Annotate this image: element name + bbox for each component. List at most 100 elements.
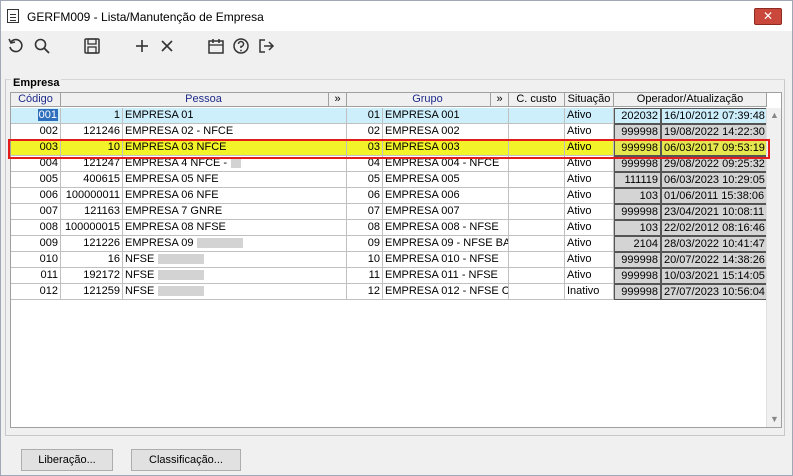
cell-codigo[interactable]: 002 [11, 124, 61, 140]
add-icon[interactable] [131, 36, 153, 56]
cell-grupo-nome[interactable]: EMPRESA 007 [383, 204, 509, 220]
cell-atualizacao[interactable]: 23/04/2021 10:08:11 [661, 204, 767, 220]
cell-pessoa-nome[interactable]: EMPRESA 05 NFE [123, 172, 347, 188]
cell-situacao[interactable]: Ativo [565, 204, 614, 220]
cell-ccusto[interactable] [509, 108, 565, 124]
cell-atualizacao[interactable]: 10/03/2021 15:14:05 [661, 268, 767, 284]
cell-grupo-nome[interactable]: EMPRESA 004 - NFCE [383, 156, 509, 172]
table-row[interactable]: 005 400615 EMPRESA 05 NFE 05 EMPRESA 005 Ativ… [11, 172, 767, 188]
cell-codigo[interactable]: 009 [11, 236, 61, 252]
cell-pessoa-id[interactable]: 1 [61, 108, 123, 124]
cell-situacao[interactable]: Ativo [565, 268, 614, 284]
col-header-grupo[interactable]: Grupo » [347, 93, 509, 107]
cell-codigo[interactable]: 005 [11, 172, 61, 188]
cell-atualizacao[interactable]: 27/07/2023 10:56:04 [661, 284, 767, 300]
cell-operador[interactable]: 202032 [614, 108, 661, 124]
col-header-pessoa[interactable]: Pessoa » [61, 93, 347, 107]
cell-operador[interactable]: 999998 [614, 156, 661, 172]
cell-situacao[interactable]: Ativo [565, 188, 614, 204]
cell-grupo-nome[interactable]: EMPRESA 006 [383, 188, 509, 204]
cell-pessoa-nome[interactable]: NFSE [123, 252, 347, 268]
cell-codigo[interactable]: 003 [11, 140, 61, 156]
cell-grupo-nome[interactable]: EMPRESA 002 [383, 124, 509, 140]
table-row[interactable]: 011 192172 NFSE 11 EMPRESA 011 - NFSE Ativo 99… [11, 268, 767, 284]
cell-grupo-id[interactable]: 07 [347, 204, 383, 220]
cell-codigo[interactable]: 008 [11, 220, 61, 236]
cell-pessoa-nome[interactable]: EMPRESA 03 NFCE [123, 140, 347, 156]
cell-pessoa-id[interactable]: 121163 [61, 204, 123, 220]
cell-situacao[interactable]: Ativo [565, 140, 614, 156]
cell-pessoa-nome[interactable]: NFSE [123, 284, 347, 300]
cell-grupo-id[interactable]: 09 [347, 236, 383, 252]
save-icon[interactable] [81, 36, 103, 56]
cell-codigo[interactable]: 011 [11, 268, 61, 284]
cell-pessoa-nome[interactable]: EMPRESA 02 - NFCE [123, 124, 347, 140]
table-row[interactable]: 010 16 NFSE 10 EMPRESA 010 - NFSE Ativo 999998… [11, 252, 767, 268]
classificacao-button[interactable]: Classificação... [131, 449, 241, 471]
cell-situacao[interactable]: Inativo [565, 284, 614, 300]
cell-pessoa-nome[interactable]: NFSE [123, 268, 347, 284]
cell-pessoa-id[interactable]: 10 [61, 140, 123, 156]
cell-grupo-id[interactable]: 02 [347, 124, 383, 140]
cell-grupo-id[interactable]: 05 [347, 172, 383, 188]
cell-operador[interactable]: 103 [614, 188, 661, 204]
cell-pessoa-id[interactable]: 400615 [61, 172, 123, 188]
cell-grupo-id[interactable]: 12 [347, 284, 383, 300]
scroll-up-icon[interactable]: ▲ [767, 108, 782, 123]
cell-ccusto[interactable] [509, 124, 565, 140]
cell-atualizacao[interactable]: 16/10/2012 07:39:48 [661, 108, 767, 124]
col-header-codigo[interactable]: Código [11, 93, 61, 107]
cell-operador[interactable]: 999998 [614, 124, 661, 140]
cell-pessoa-id[interactable]: 100000011 [61, 188, 123, 204]
cell-operador[interactable]: 103 [614, 220, 661, 236]
scroll-down-icon[interactable]: ▼ [767, 412, 782, 427]
table-row[interactable]: 004 121247 EMPRESA 4 NFCE - 04 EMPRESA 004 -… [11, 156, 767, 172]
cell-ccusto[interactable] [509, 268, 565, 284]
cell-pessoa-id[interactable]: 121246 [61, 124, 123, 140]
cell-ccusto[interactable] [509, 140, 565, 156]
close-button[interactable]: ✕ [754, 8, 782, 25]
vertical-scrollbar[interactable]: ▲ ▼ [766, 108, 781, 427]
table-row[interactable]: 003 10 EMPRESA 03 NFCE 03 EMPRESA 003 Ativo 99… [11, 140, 767, 156]
cell-pessoa-id[interactable]: 121247 [61, 156, 123, 172]
cell-atualizacao[interactable]: 01/06/2011 15:38:06 [661, 188, 767, 204]
cell-codigo[interactable]: 006 [11, 188, 61, 204]
table-row[interactable]: 008 100000015 EMPRESA 08 NFSE 08 EMPRESA 008… [11, 220, 767, 236]
cell-grupo-id[interactable]: 01 [347, 108, 383, 124]
cell-ccusto[interactable] [509, 284, 565, 300]
cell-grupo-nome[interactable]: EMPRESA 005 [383, 172, 509, 188]
cell-pessoa-nome[interactable]: EMPRESA 08 NFSE [123, 220, 347, 236]
cell-operador[interactable]: 999998 [614, 268, 661, 284]
table-row[interactable]: 007 121163 EMPRESA 7 GNRE 07 EMPRESA 007 Ativ… [11, 204, 767, 220]
cell-pessoa-id[interactable]: 121259 [61, 284, 123, 300]
cell-pessoa-id[interactable]: 16 [61, 252, 123, 268]
cell-grupo-id[interactable]: 04 [347, 156, 383, 172]
cell-ccusto[interactable] [509, 220, 565, 236]
search-icon[interactable] [31, 36, 53, 56]
cell-situacao[interactable]: Ativo [565, 108, 614, 124]
exit-icon[interactable] [255, 36, 277, 56]
cell-grupo-id[interactable]: 06 [347, 188, 383, 204]
cell-grupo-id[interactable]: 10 [347, 252, 383, 268]
calendar-icon[interactable] [205, 36, 227, 56]
cell-situacao[interactable]: Ativo [565, 172, 614, 188]
cell-situacao[interactable]: Ativo [565, 252, 614, 268]
cell-codigo[interactable]: 001 [11, 108, 61, 124]
cell-grupo-nome[interactable]: EMPRESA 010 - NFSE [383, 252, 509, 268]
cell-pessoa-nome[interactable]: EMPRESA 06 NFE [123, 188, 347, 204]
empresa-grid[interactable]: Código Pessoa » Grupo » C. custo Situaçã… [10, 92, 782, 428]
col-header-situacao[interactable]: Situação [565, 93, 614, 107]
cell-pessoa-id[interactable]: 192172 [61, 268, 123, 284]
cell-pessoa-nome[interactable]: EMPRESA 7 GNRE [123, 204, 347, 220]
cell-operador[interactable]: 2104 [614, 236, 661, 252]
cell-grupo-nome[interactable]: EMPRESA 003 [383, 140, 509, 156]
cell-operador[interactable]: 999998 [614, 252, 661, 268]
cell-situacao[interactable]: Ativo [565, 236, 614, 252]
cell-ccusto[interactable] [509, 172, 565, 188]
cell-grupo-nome[interactable]: EMPRESA 001 [383, 108, 509, 124]
cell-atualizacao[interactable]: 20/07/2022 14:38:26 [661, 252, 767, 268]
cell-situacao[interactable]: Ativo [565, 124, 614, 140]
cell-codigo[interactable]: 004 [11, 156, 61, 172]
cell-atualizacao[interactable]: 29/08/2022 09:25:32 [661, 156, 767, 172]
cell-grupo-nome[interactable]: EMPRESA 012 - NFSE CEI [383, 284, 509, 300]
